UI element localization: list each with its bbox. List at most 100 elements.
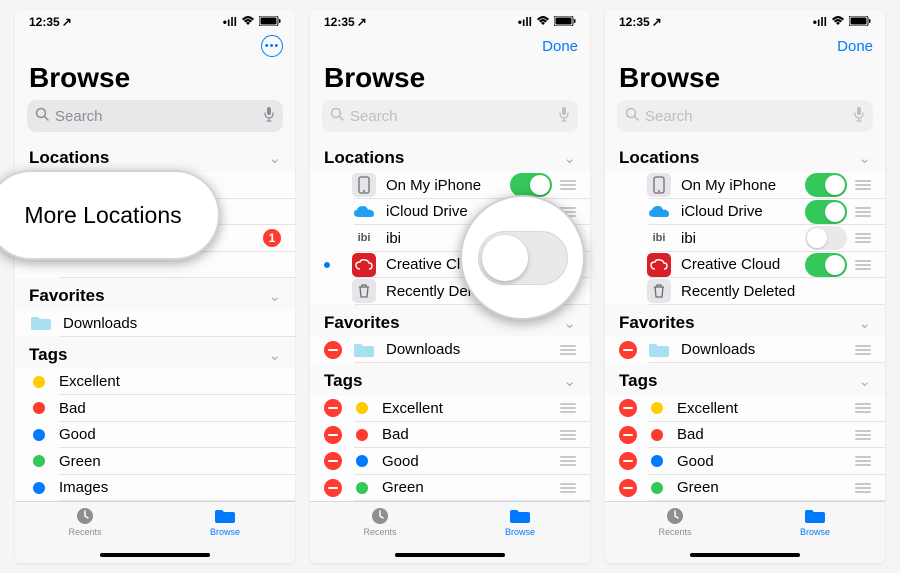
iphone-icon bbox=[352, 173, 376, 197]
location-recently-deleted[interactable]: Recently Deleted bbox=[310, 278, 590, 305]
mic-icon[interactable] bbox=[558, 106, 570, 126]
delete-button[interactable] bbox=[324, 399, 342, 417]
favorite-downloads[interactable]: Downloads bbox=[310, 337, 590, 364]
toggle[interactable] bbox=[805, 200, 847, 224]
tag-row[interactable]: Green bbox=[15, 448, 295, 475]
search-input[interactable]: Search bbox=[617, 100, 873, 132]
cloud-icon bbox=[352, 200, 376, 224]
location-creative-cloud[interactable]: Creative Cloud bbox=[310, 252, 590, 279]
tag-dot bbox=[356, 429, 368, 441]
drag-handle-icon[interactable] bbox=[560, 455, 576, 467]
toggle[interactable] bbox=[510, 173, 552, 197]
tag-row[interactable]: Bad bbox=[15, 395, 295, 422]
home-indicator[interactable] bbox=[690, 553, 800, 557]
section-tags[interactable]: Tags ⌄ bbox=[15, 337, 295, 369]
section-locations[interactable]: Locations⌄ bbox=[310, 140, 590, 172]
home-indicator[interactable] bbox=[395, 553, 505, 557]
delete-button[interactable] bbox=[619, 426, 637, 444]
search-input[interactable]: Search bbox=[322, 100, 578, 132]
delete-button[interactable] bbox=[619, 479, 637, 497]
tag-row[interactable]: Images bbox=[15, 475, 295, 502]
mic-icon[interactable] bbox=[263, 106, 275, 126]
page-title: Browse bbox=[15, 62, 295, 98]
tag-row[interactable]: Excellent bbox=[605, 395, 885, 422]
page-title: Browse bbox=[605, 62, 885, 98]
drag-handle-icon[interactable] bbox=[855, 344, 871, 356]
drag-handle-icon[interactable] bbox=[560, 259, 576, 271]
drag-handle-icon[interactable] bbox=[855, 429, 871, 441]
status-bar: 12:35 ↗ •ıll bbox=[15, 10, 295, 30]
drag-handle-icon[interactable] bbox=[855, 482, 871, 494]
tag-dot bbox=[356, 482, 368, 494]
location-ibi[interactable]: ibiibi bbox=[605, 225, 885, 252]
location-hidden-icloud[interactable] bbox=[15, 199, 295, 226]
chevron-down-icon: ⌄ bbox=[268, 287, 281, 305]
drag-handle-icon[interactable] bbox=[560, 232, 576, 244]
clock-icon bbox=[74, 506, 96, 526]
drag-handle-icon[interactable] bbox=[855, 232, 871, 244]
toggle[interactable] bbox=[805, 253, 847, 277]
tag-row[interactable]: Bad bbox=[605, 422, 885, 449]
drag-handle-icon[interactable] bbox=[560, 482, 576, 494]
delete-button[interactable] bbox=[324, 341, 342, 359]
search-input[interactable]: Search bbox=[27, 100, 283, 132]
delete-button[interactable] bbox=[324, 426, 342, 444]
tab-bar: Recents Browse bbox=[605, 501, 885, 563]
drag-handle-icon[interactable] bbox=[855, 402, 871, 414]
done-button[interactable]: Done bbox=[837, 38, 873, 55]
section-locations[interactable]: Locations⌄ bbox=[605, 140, 885, 172]
location-icloud-drive[interactable]: iCloud Drive bbox=[310, 199, 590, 226]
delete-button[interactable] bbox=[324, 479, 342, 497]
tag-row[interactable]: Green bbox=[310, 475, 590, 502]
toggle[interactable] bbox=[805, 173, 847, 197]
mic-icon[interactable] bbox=[853, 106, 865, 126]
toggle[interactable] bbox=[510, 226, 552, 250]
location-creative-cloud[interactable]: Creative Cloud bbox=[605, 252, 885, 279]
location-on-my-iphone[interactable]: On My iPhone bbox=[310, 172, 590, 199]
section-favorites[interactable]: Favorites⌄ bbox=[310, 305, 590, 337]
location-on-my-iphone[interactable]: On My iPhone bbox=[605, 172, 885, 199]
drag-handle-icon[interactable] bbox=[855, 179, 871, 191]
toggle[interactable] bbox=[510, 200, 552, 224]
page-title: Browse bbox=[310, 62, 590, 98]
drag-handle-icon[interactable] bbox=[560, 179, 576, 191]
drag-handle-icon[interactable] bbox=[855, 455, 871, 467]
drag-handle-icon[interactable] bbox=[560, 344, 576, 356]
tag-row[interactable]: Excellent bbox=[15, 369, 295, 396]
section-tags[interactable]: Tags⌄ bbox=[310, 363, 590, 395]
tag-row[interactable]: Green bbox=[605, 475, 885, 502]
delete-button[interactable] bbox=[619, 341, 637, 359]
delete-button[interactable] bbox=[619, 399, 637, 417]
tag-row[interactable]: Excellent bbox=[310, 395, 590, 422]
favorite-downloads[interactable]: Downloads bbox=[15, 310, 295, 337]
done-button[interactable]: Done bbox=[542, 38, 578, 55]
more-button[interactable]: ••• bbox=[261, 35, 283, 57]
section-favorites[interactable]: Favorites⌄ bbox=[605, 305, 885, 337]
section-locations[interactable]: Locations ⌄ bbox=[15, 140, 295, 172]
drag-handle-icon[interactable] bbox=[855, 206, 871, 218]
home-indicator[interactable] bbox=[100, 553, 210, 557]
tag-row[interactable]: Good bbox=[605, 448, 885, 475]
drag-handle-icon[interactable] bbox=[560, 402, 576, 414]
drag-handle-icon[interactable] bbox=[560, 206, 576, 218]
location-on-my-iphone[interactable]: On My iPhone bbox=[15, 172, 295, 199]
toggle[interactable] bbox=[805, 226, 847, 250]
drag-handle-icon[interactable] bbox=[560, 429, 576, 441]
location-ibi[interactable]: ibiibi bbox=[310, 225, 590, 252]
wifi-icon bbox=[241, 15, 255, 29]
favorite-downloads[interactable]: Downloads bbox=[605, 337, 885, 364]
screenshot-3: 12:35↗ •ıll Done Browse Search Locations… bbox=[605, 10, 885, 563]
location-icloud-drive[interactable]: iCloud Drive bbox=[605, 199, 885, 226]
signal-icon: •ıll bbox=[518, 15, 532, 29]
section-tags[interactable]: Tags⌄ bbox=[605, 363, 885, 395]
drag-handle-icon[interactable] bbox=[855, 259, 871, 271]
tag-row[interactable]: Good bbox=[15, 422, 295, 449]
toggle[interactable] bbox=[510, 253, 552, 277]
delete-button[interactable] bbox=[324, 452, 342, 470]
tag-row[interactable]: Good bbox=[310, 448, 590, 475]
location-recently-deleted[interactable]: Recently Deleted bbox=[605, 278, 885, 305]
tag-row[interactable]: Bad bbox=[310, 422, 590, 449]
section-favorites[interactable]: Favorites ⌄ bbox=[15, 278, 295, 310]
delete-button[interactable] bbox=[619, 452, 637, 470]
more-locations-row[interactable]: More Locations 1 bbox=[15, 225, 295, 252]
